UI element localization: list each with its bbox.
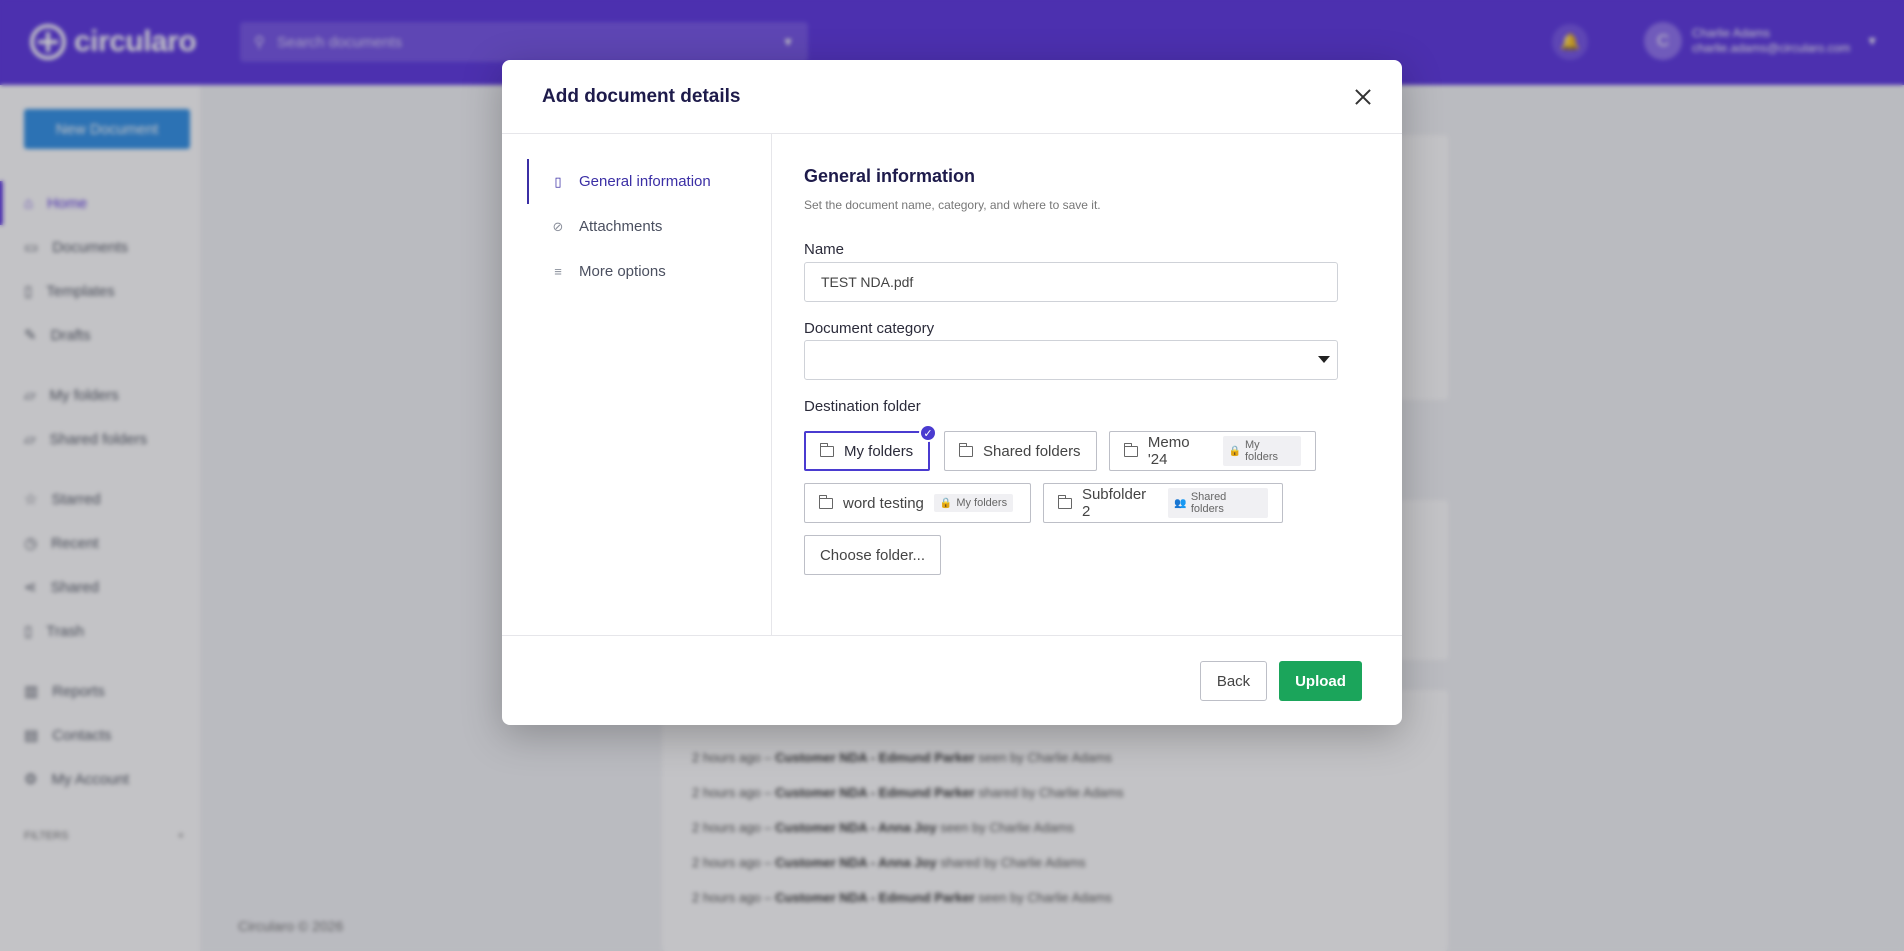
folder-icon [1057, 494, 1072, 509]
folder-option-word-testing[interactable]: word testing 🔒 My folders [804, 483, 1031, 523]
step-more-options[interactable]: ≡ More options [527, 249, 772, 294]
category-select[interactable] [804, 340, 1338, 380]
upload-button[interactable]: Upload [1279, 661, 1362, 701]
folder-icon [1123, 442, 1138, 457]
folder-icon [958, 442, 973, 457]
name-input[interactable]: TEST NDA.pdf [804, 262, 1338, 302]
sliders-icon: ≡ [554, 264, 562, 279]
lock-icon: 🔒 [939, 497, 953, 509]
step-general-information[interactable]: ▯ General information [527, 159, 772, 204]
section-title: General information [804, 166, 976, 186]
category-label: Document category [804, 320, 935, 337]
people-icon: 👥 [1174, 497, 1187, 509]
folder-location-tag: 🔒 My folders [1222, 436, 1302, 466]
step-attachments[interactable]: ⊘ Attachments [527, 204, 772, 249]
destination-label: Destination folder [804, 398, 921, 415]
folder-location-tag: 🔒 My folders [933, 494, 1014, 512]
folder-option-shared-folders[interactable]: Shared folders [944, 431, 1097, 471]
modal-footer: Back Upload [502, 635, 1402, 725]
folder-icon [818, 494, 833, 509]
back-button[interactable]: Back [1200, 661, 1267, 701]
section-subtitle: Set the document name, category, and whe… [804, 198, 1101, 212]
folder-location-tag: 👥 Shared folders [1168, 488, 1269, 518]
steps-nav: ▯ General information ⊘ Attachments ≡ Mo… [502, 134, 772, 635]
modal-title: Add document details [542, 86, 741, 107]
file-icon: ▯ [554, 173, 562, 189]
folder-option-my-folders[interactable]: My folders ✓ [804, 424, 937, 471]
folder-option-memo-24[interactable]: Memo '24 🔒 My folders [1109, 431, 1316, 471]
close-icon[interactable] [1350, 84, 1376, 110]
add-document-modal: Add document details ▯ General informati… [502, 60, 1402, 725]
chevron-down-icon[interactable] [1318, 356, 1330, 363]
modal-body: ▯ General information ⊘ Attachments ≡ Mo… [502, 134, 1402, 635]
choose-folder-button[interactable]: Choose folder... [804, 535, 941, 575]
name-label: Name [804, 241, 845, 258]
modal-header: Add document details [502, 60, 1402, 134]
folder-option-subfolder-2[interactable]: Subfolder 2 👥 Shared folders [1043, 483, 1283, 523]
lock-icon: 🔒 [1228, 445, 1241, 457]
folder-icon [819, 442, 834, 457]
paperclip-icon: ⊘ [552, 218, 564, 234]
check-icon: ✓ [919, 424, 937, 442]
